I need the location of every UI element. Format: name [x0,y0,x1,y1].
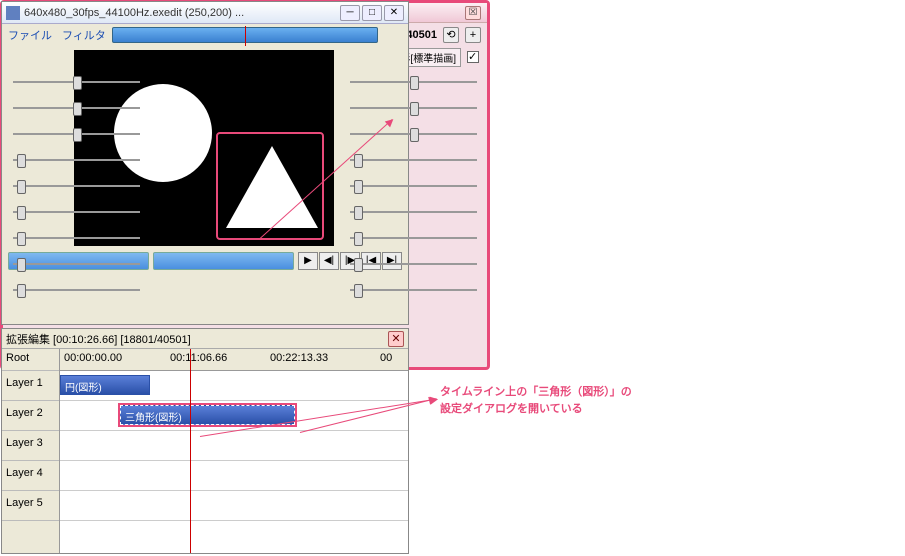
track-row-5[interactable] [60,491,408,521]
refresh-icon[interactable]: ⟲ [443,27,459,43]
scrub-range-2[interactable] [153,252,294,270]
timeline-root[interactable]: Root [2,349,59,371]
track-row-2[interactable]: 三角形(図形) [60,401,408,431]
slider-right[interactable] [346,230,481,246]
ruler-tick: 00:22:13.33 [270,352,328,364]
slider-left[interactable] [9,256,144,272]
slider-left[interactable] [9,230,144,246]
ruler-tick: 00:00:00.00 [64,352,122,364]
timeline-tracks[interactable]: 00:00:00.00 00:11:06.66 00:22:13.33 00 円… [60,349,408,553]
close-button[interactable]: ✕ [384,5,404,21]
slider-right[interactable] [346,100,481,116]
layer-label-3[interactable]: Layer 3 [2,431,59,461]
timeline-title: 拡張編集 [00:10:26.66] [18801/40501] [6,331,191,347]
slider-left[interactable] [9,126,144,142]
step-back-button[interactable]: ◀| [319,252,339,270]
slider-right[interactable] [346,178,481,194]
minimize-button[interactable]: ─ [340,5,360,21]
slider-right[interactable] [346,256,481,272]
slider-left[interactable] [9,152,144,168]
clip-circle[interactable]: 円(図形) [60,375,150,395]
timeline-window: 拡張編集 [00:10:26.66] [18801/40501] ✕ Root … [1,328,409,554]
slider-left[interactable] [9,74,144,90]
annotation-text: タイムライン上の「三角形（図形）」の 設定ダイアログを開いている [440,384,632,417]
slider-right[interactable] [346,282,481,298]
ruler-tick: 00 [380,352,392,364]
window-title: 640x480_30fps_44100Hz.exedit (250,200) .… [24,7,336,19]
layer-label-1[interactable]: Layer 1 [2,371,59,401]
track-row-3[interactable] [60,431,408,461]
slider-right[interactable] [346,152,481,168]
menu-file[interactable]: ファイル [8,27,52,43]
slider-left[interactable] [9,100,144,116]
layer-label-2[interactable]: Layer 2 [2,401,59,431]
timeline-titlebar[interactable]: 拡張編集 [00:10:26.66] [18801/40501] ✕ [2,329,408,349]
timeline-close-button[interactable]: ✕ [388,331,404,347]
slider-right[interactable] [346,74,481,90]
play-button[interactable]: ▶ [298,252,318,270]
slider-right[interactable] [346,126,481,142]
ruler-tick: 00:11:06.66 [170,352,227,364]
seek-marker [245,26,246,46]
clip-triangle[interactable]: 三角形(図形) [120,405,295,425]
layer-label-4[interactable]: Layer 4 [2,461,59,491]
menu-filter[interactable]: フィルタ [62,27,106,43]
app-icon [6,6,20,20]
timeline-layer-labels: Root Layer 1 Layer 2 Layer 3 Layer 4 Lay… [2,349,60,553]
slider-right[interactable] [346,204,481,220]
slider-left[interactable] [9,178,144,194]
dialog-close-button[interactable]: ☒ [465,6,481,20]
frame-end: 40501 [406,29,437,41]
shape-triangle-selected[interactable] [216,132,324,240]
track-row-1[interactable]: 円(図形) [60,371,408,401]
slider-left[interactable] [9,282,144,298]
frame-seek-slider[interactable] [112,27,379,43]
track-row-4[interactable] [60,461,408,491]
section-enable-checkbox[interactable] [467,51,479,63]
add-icon[interactable]: + [465,27,481,43]
layer-label-5[interactable]: Layer 5 [2,491,59,521]
main-titlebar[interactable]: 640x480_30fps_44100Hz.exedit (250,200) .… [2,2,408,24]
playhead[interactable] [190,349,191,553]
timeline-ruler[interactable]: 00:00:00.00 00:11:06.66 00:22:13.33 00 [60,349,408,371]
maximize-button[interactable]: □ [362,5,382,21]
slider-left[interactable] [9,204,144,220]
